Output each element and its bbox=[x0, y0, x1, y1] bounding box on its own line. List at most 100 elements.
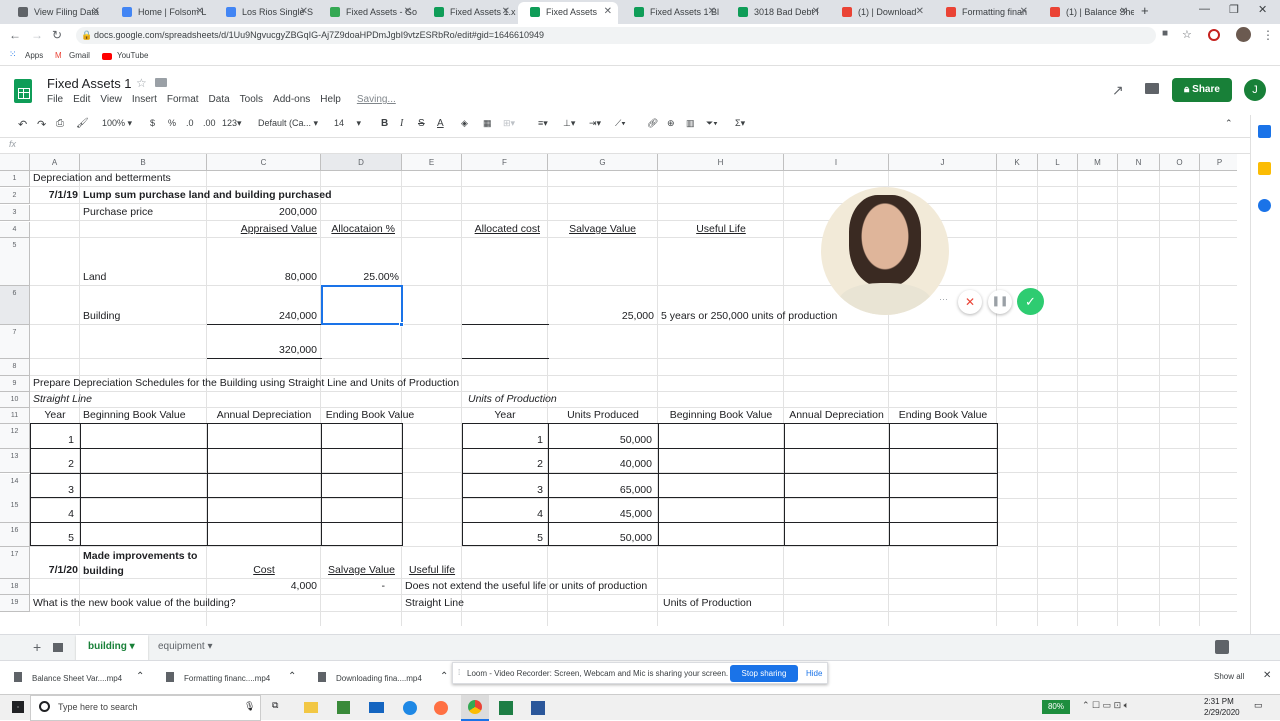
show-all-downloads[interactable]: Show all bbox=[1214, 672, 1244, 681]
share-button[interactable]: 🔒︎ Share bbox=[1172, 78, 1232, 102]
row-header[interactable]: 14 bbox=[0, 474, 30, 499]
tab-close-icon[interactable]: ✕ bbox=[708, 2, 716, 22]
maximize-icon[interactable]: ❐ bbox=[1229, 3, 1239, 16]
cell-e17[interactable]: Useful life bbox=[402, 564, 462, 577]
column-header[interactable]: P bbox=[1200, 154, 1237, 171]
cell-g6[interactable]: 25,000 bbox=[548, 310, 654, 323]
cell-f10[interactable]: Units of Production bbox=[468, 393, 557, 406]
tab-close-icon[interactable]: ✕ bbox=[502, 2, 510, 22]
merge-cells-icon[interactable]: ⊞▾ bbox=[503, 118, 515, 129]
increase-decimal-button[interactable]: .00 bbox=[203, 118, 216, 128]
row-header[interactable]: 11 bbox=[0, 408, 30, 424]
activity-trend-icon[interactable]: ↗ bbox=[1112, 82, 1124, 99]
tab-close-icon[interactable]: ✕ bbox=[1020, 2, 1028, 22]
tab-close-icon[interactable]: ✕ bbox=[812, 2, 820, 22]
browser-tab[interactable]: Fixed Assets 1.xls ✕ bbox=[422, 2, 516, 24]
star-icon[interactable]: ☆ bbox=[136, 76, 147, 90]
stop-sharing-button[interactable]: Stop sharing bbox=[730, 665, 798, 682]
cell-b5[interactable]: Land bbox=[83, 271, 106, 284]
strikethrough-button[interactable]: S bbox=[418, 118, 425, 129]
taskbar-search-box[interactable]: Type here to search 🎙︎ bbox=[30, 695, 261, 721]
cell-c18[interactable]: 4,000 bbox=[207, 580, 317, 593]
cell-c11[interactable]: Annual Depreciation bbox=[207, 409, 321, 422]
cell-c4[interactable]: Appraised Value bbox=[207, 223, 317, 236]
row-header[interactable]: 12 bbox=[0, 424, 30, 449]
download-item[interactable]: Balance Sheet Var....mp4 ⌃ bbox=[14, 661, 154, 694]
sheets-logo-icon[interactable] bbox=[14, 79, 32, 103]
loom-more-icon[interactable]: ··· bbox=[939, 294, 948, 304]
cell-f4[interactable]: Allocated cost bbox=[462, 223, 540, 236]
tab-close-icon[interactable]: ✕ bbox=[604, 2, 612, 22]
row-header[interactable]: 10 bbox=[0, 392, 30, 408]
fill-handle[interactable] bbox=[399, 322, 404, 327]
sheet-tab-building[interactable]: building ▾ bbox=[76, 635, 148, 660]
browser-tab[interactable]: 3018 Bad Debt l ✕ bbox=[726, 2, 826, 24]
row-header[interactable]: 2 bbox=[0, 188, 30, 204]
system-tray-icons[interactable]: ⌃ ☐ ▭ ⊡ 🔈︎ bbox=[1082, 700, 1129, 711]
row-header[interactable]: 3 bbox=[0, 205, 30, 221]
windows-start-icon[interactable] bbox=[12, 701, 24, 713]
clock-date[interactable]: 2/29/2020 bbox=[1204, 708, 1240, 717]
italic-button[interactable]: I bbox=[400, 118, 403, 129]
font-select[interactable]: Default (Ca... ▾ bbox=[258, 118, 318, 129]
cell-c5[interactable]: 80,000 bbox=[207, 271, 317, 284]
cell-b2[interactable]: Lump sum purchase land and building purc… bbox=[83, 189, 332, 202]
text-wrap-icon[interactable]: ⇥▾ bbox=[589, 118, 601, 129]
insert-comment-icon[interactable]: ⊕ bbox=[667, 118, 675, 129]
edge-icon[interactable] bbox=[403, 701, 417, 715]
row-header[interactable]: 4 bbox=[0, 222, 30, 238]
user-avatar[interactable]: J bbox=[1244, 79, 1266, 101]
formula-bar[interactable]: fx bbox=[0, 137, 1250, 154]
row-header[interactable]: 7 bbox=[0, 325, 30, 359]
row-header[interactable]: 16 bbox=[0, 523, 30, 547]
forward-icon[interactable]: → bbox=[31, 28, 43, 42]
folder-icon[interactable] bbox=[155, 78, 167, 87]
cell-d17[interactable]: Salvage Value bbox=[321, 564, 402, 577]
column-header[interactable]: I bbox=[784, 154, 889, 171]
cell-e18[interactable]: Does not extend the useful life or units… bbox=[405, 580, 647, 593]
cell-d4[interactable]: Allocataion % bbox=[321, 223, 395, 236]
zoom-select[interactable]: 100% ▾ bbox=[102, 118, 132, 129]
browser-tab[interactable]: Fixed Assets - Go ✕ bbox=[318, 2, 418, 24]
cell-a2[interactable]: 7/1/19 bbox=[30, 189, 78, 202]
menu-addons[interactable]: Add-ons bbox=[273, 94, 310, 105]
row-header[interactable]: 19 bbox=[0, 595, 30, 612]
cell-h11[interactable]: Beginning Book Value bbox=[658, 409, 784, 422]
cell-c7[interactable]: 320,000 bbox=[207, 344, 317, 357]
decrease-decimal-button[interactable]: .0 bbox=[186, 118, 194, 128]
file-explorer-icon[interactable] bbox=[304, 702, 318, 713]
cell-i11[interactable]: Annual Depreciation bbox=[784, 409, 889, 422]
document-title[interactable]: Fixed Assets 1 bbox=[47, 76, 132, 91]
filter-icon[interactable]: ⏷▾ bbox=[706, 118, 718, 129]
camera-icon[interactable]: ■ bbox=[1162, 28, 1168, 39]
microphone-icon[interactable]: 🎙︎ bbox=[244, 701, 255, 712]
loom-finish-icon[interactable]: ✓ bbox=[1017, 288, 1044, 315]
cell-c17[interactable]: Cost bbox=[207, 564, 321, 577]
cell-j11[interactable]: Ending Book Value bbox=[889, 409, 997, 422]
insert-chart-icon[interactable]: ▥ bbox=[686, 118, 695, 129]
hide-button[interactable]: Hide bbox=[806, 669, 822, 678]
menu-insert[interactable]: Insert bbox=[132, 94, 157, 105]
calendar-icon[interactable] bbox=[1258, 125, 1271, 138]
store-icon[interactable] bbox=[337, 701, 350, 714]
profile-avatar[interactable] bbox=[1236, 27, 1251, 42]
cell-a11[interactable]: Year bbox=[30, 409, 80, 422]
row-header[interactable]: 6 bbox=[0, 286, 30, 325]
print-icon[interactable]: ⎙ bbox=[56, 118, 64, 129]
all-sheets-icon[interactable] bbox=[53, 643, 63, 652]
tab-close-icon[interactable]: ✕ bbox=[1120, 2, 1128, 22]
excel-icon[interactable] bbox=[499, 701, 513, 715]
browser-tab[interactable]: View Filing Data ✕ bbox=[6, 2, 106, 24]
close-downloads-icon[interactable]: ✕ bbox=[1263, 670, 1271, 681]
close-window-icon[interactable]: ✕ bbox=[1258, 3, 1267, 16]
cell-d11[interactable]: Ending Book Value bbox=[321, 409, 419, 422]
column-header[interactable]: A bbox=[30, 154, 80, 171]
menu-view[interactable]: View bbox=[100, 94, 122, 105]
cell-a19[interactable]: What is the new book value of the buildi… bbox=[33, 597, 236, 610]
column-header[interactable]: H bbox=[658, 154, 784, 171]
bookmark-apps[interactable]: Apps bbox=[25, 51, 43, 60]
menu-tools[interactable]: Tools bbox=[240, 94, 263, 105]
cell-g4[interactable]: Salvage Value bbox=[548, 223, 636, 236]
selected-cell-d6[interactable] bbox=[321, 285, 403, 325]
webcam-bubble[interactable] bbox=[821, 187, 949, 315]
